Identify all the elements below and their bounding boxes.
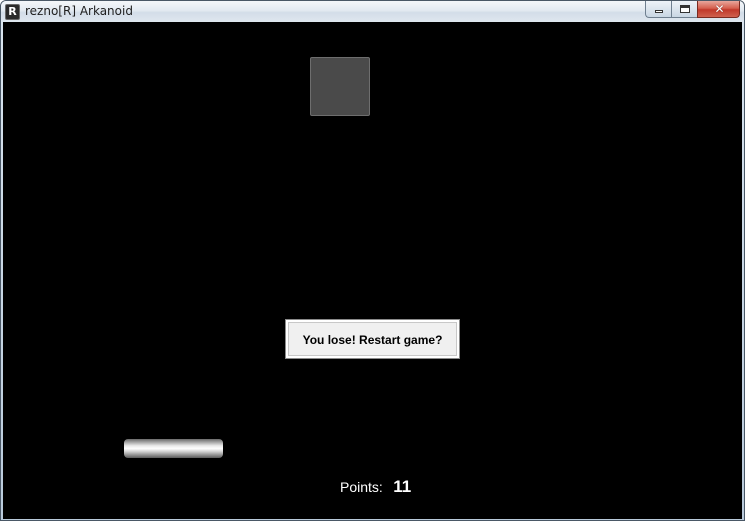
points-value: 11	[393, 477, 412, 496]
minimize-icon	[655, 10, 663, 13]
maximize-button[interactable]	[671, 1, 697, 18]
points-label: Points:	[340, 479, 383, 495]
caption-buttons: ✕	[645, 1, 740, 19]
game-canvas[interactable]: You lose! Restart game? Points: 11	[3, 22, 742, 519]
window-title: rezno[R] Arkanoid	[25, 4, 133, 18]
app-window: R rezno[R] Arkanoid ✕ You lose! Restart …	[0, 0, 745, 521]
brick	[310, 57, 370, 116]
title-bar[interactable]: R rezno[R] Arkanoid ✕	[1, 1, 744, 22]
close-icon: ✕	[714, 2, 725, 16]
maximize-icon	[680, 5, 690, 13]
app-r-icon[interactable]: R	[5, 4, 20, 20]
paddle[interactable]	[124, 439, 223, 458]
minimize-button[interactable]	[645, 1, 671, 18]
score-display: Points: 11	[340, 477, 411, 497]
restart-game-button[interactable]: You lose! Restart game?	[285, 319, 460, 359]
close-button[interactable]: ✕	[697, 1, 740, 18]
